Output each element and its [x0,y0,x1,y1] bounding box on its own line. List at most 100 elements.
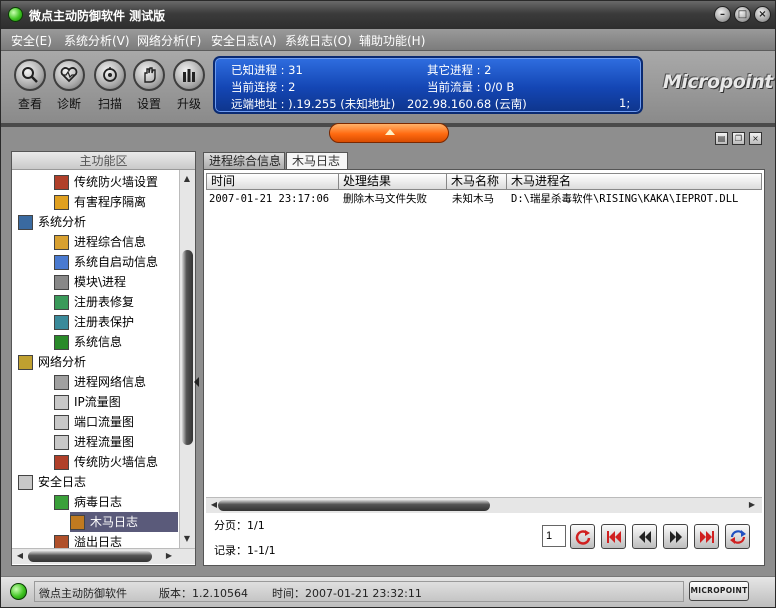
tree-item-icon [54,415,69,430]
scan-icon [94,59,126,91]
scroll-left-icon[interactable]: ◀ [13,549,27,563]
last-page-icon [699,530,714,543]
last-page-button[interactable] [694,524,719,549]
sync-button[interactable] [725,524,750,549]
close-panel-icon[interactable]: × [749,132,762,145]
menu-system-analysis[interactable]: 系统分析(V) [64,32,130,49]
cell-result: 删除木马文件失败 [343,193,427,205]
title-bar[interactable]: 微点主动防御软件 测试版 – □ × [1,1,775,29]
tree-item[interactable]: 注册表保护 [12,312,178,332]
tree-item-icon [54,435,69,450]
collapse-toolbar-button[interactable] [329,123,449,143]
remote-extra: 1; [619,96,631,110]
tree-scroll-thumb[interactable] [182,250,193,445]
tree-item-label: 安全日志 [38,475,87,489]
tree-item[interactable]: 进程综合信息 [12,232,178,252]
status-bar: 微点主动防御软件 版本：1.2.10564 时间：2007-01-21 23:3… [1,576,775,607]
tree-item-icon [54,295,69,310]
tree-item-icon [54,375,69,390]
tree-item[interactable]: 木马日志 [70,512,178,532]
diagnose-label: 诊断 [56,97,81,111]
window-title: 微点主动防御软件 测试版 [29,9,166,23]
panel-header: 主功能区 [12,152,195,170]
tree-item[interactable]: 有害程序隔离 [12,192,178,212]
status-version: 版本：1.2.10564 [159,587,248,600]
column-result[interactable]: 处理结果 [339,174,447,189]
arrow-up-icon [385,129,395,135]
cell-time: 2007-01-21 23:17:06 [209,193,330,205]
status-orb-icon [10,583,27,600]
table-header: 时间 处理结果 木马名称 木马进程名 [206,173,762,190]
tree-item[interactable]: 进程流量图 [12,432,178,452]
status-time: 时间：2007-01-21 23:32:11 [272,587,422,600]
menu-system-log[interactable]: 系统日志(O) [285,32,352,49]
scan-button[interactable]: 扫描 [91,59,129,112]
tree-item[interactable]: 传统防火墙信息 [12,452,178,472]
menu-security[interactable]: 安全(E) [11,32,52,49]
tree-item[interactable]: 安全日志 [12,472,178,492]
next-page-button[interactable] [663,524,688,549]
tree-item[interactable]: 病毒日志 [12,492,178,512]
diagnose-button[interactable]: 诊断 [50,59,88,112]
prev-page-button[interactable] [632,524,657,549]
tree-item[interactable]: 端口流量图 [12,412,178,432]
tree-item[interactable]: 进程网络信息 [12,372,178,392]
tree-item[interactable]: IP流量图 [12,392,178,412]
status-logo: MICROPOINT [689,581,749,601]
tree-item[interactable]: 网络分析 [12,352,178,372]
collapse-left-icon[interactable] [194,377,199,387]
first-page-icon [606,530,621,543]
tree-item-icon [54,395,69,410]
tree-item-label: 进程流量图 [74,435,135,449]
heart-icon [53,59,85,91]
prev-page-icon [638,530,651,543]
function-tree: 传统防火墙设置 有害程序隔离 系统分析 进程综合信息 系统自启动信息模块\进程注册表修复… [12,170,178,548]
page-number-input[interactable] [542,525,566,547]
view-button[interactable]: 查看 [11,59,49,112]
maximize-icon[interactable]: □ [734,6,751,23]
settings-label: 设置 [136,97,161,111]
tree-item[interactable]: 系统自启动信息 [12,252,178,272]
tree-item[interactable]: 系统信息 [12,332,178,352]
close-icon[interactable]: × [754,6,771,23]
tile-icon[interactable]: ▤ [715,132,728,145]
magnifier-icon [14,59,46,91]
table-row[interactable]: 2007-01-21 23:17:06 删除木马文件失败 未知木马 D:\瑞星杀… [207,191,761,207]
table-horizontal-scrollbar[interactable]: ◀ ▶ [206,497,762,513]
tree-hscroll-thumb[interactable] [28,551,152,562]
tree-item[interactable]: 传统防火墙设置 [12,172,178,192]
refresh-button[interactable] [570,524,595,549]
column-trojan-process[interactable]: 木马进程名 [507,174,761,189]
tree-item-label: 注册表修复 [74,295,135,309]
tab-process-info[interactable]: 进程综合信息 [203,152,285,170]
tree-item-label: 模块\进程 [74,275,127,289]
scroll-down-icon[interactable]: ▼ [180,532,194,546]
tree-item[interactable]: 注册表修复 [12,292,178,312]
tree-vertical-scrollbar[interactable]: ▲ ▼ [179,170,195,548]
menu-network-analysis[interactable]: 网络分析(F) [137,32,201,49]
scroll-right-icon[interactable]: ▶ [745,498,759,512]
tree-item-icon [54,535,69,548]
restore-icon[interactable]: ❐ [732,132,745,145]
record-indicator: 记录：1-1/1 [214,544,276,557]
tree-item-icon [18,475,33,490]
scan-label: 扫描 [97,97,122,111]
column-trojan-name[interactable]: 木马名称 [447,174,507,189]
tree-item[interactable]: 模块\进程 [12,272,178,292]
menu-security-log[interactable]: 安全日志(A) [211,32,277,49]
scroll-right-icon[interactable]: ▶ [162,549,176,563]
column-time[interactable]: 时间 [207,174,339,189]
menu-helper[interactable]: 辅助功能(H) [359,32,425,49]
minimize-icon[interactable]: – [714,6,731,23]
known-process-count: 已知进程 : 31 [231,63,303,77]
tree-item[interactable]: 系统分析 [12,212,178,232]
app-logo-icon [8,7,23,22]
settings-button[interactable]: 设置 [130,59,168,112]
tree-horizontal-scrollbar[interactable]: ◀ ▶ [12,548,195,564]
tree-item[interactable]: 溢出日志 [12,532,178,548]
table-hscroll-thumb[interactable] [218,500,490,511]
scroll-up-icon[interactable]: ▲ [180,172,194,186]
first-page-button[interactable] [601,524,626,549]
upgrade-button[interactable]: 升级 [170,59,208,112]
tab-trojan-log[interactable]: 木马日志 [286,152,348,170]
